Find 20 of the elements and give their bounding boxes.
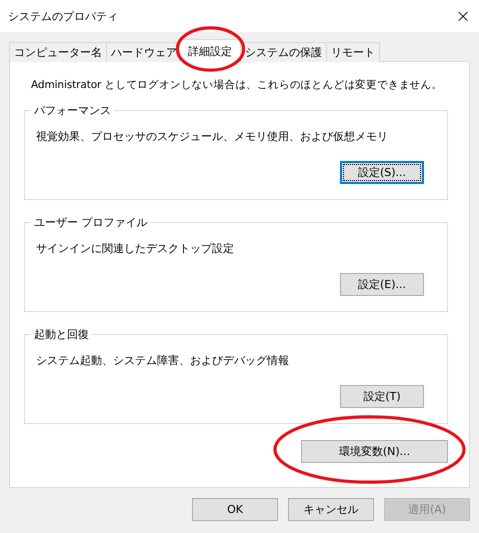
group-title: パフォーマンス	[31, 103, 114, 118]
settings-button[interactable]: 設定(E)...	[340, 273, 424, 296]
tab[interactable]: コンピューター名	[9, 42, 107, 62]
window-title: システムのプロパティ	[8, 8, 118, 24]
cancel-button[interactable]: キャンセル	[288, 498, 374, 521]
tab[interactable]: システムの保護	[240, 42, 327, 62]
notice-text: Administrator としてログオンしない場合は、これらのほとんどは変更できません。	[31, 78, 444, 92]
group-description: システム起動、システム障害、およびデバッグ情報	[36, 353, 290, 369]
close-button[interactable]: ×	[447, 6, 479, 26]
tab[interactable]: 詳細設定	[179, 39, 241, 62]
tab[interactable]: リモート	[326, 42, 380, 62]
group-description: サインインに関連したデスクトップ設定	[36, 241, 235, 257]
ok-button[interactable]: OK	[192, 498, 278, 521]
environment-variables-button[interactable]: 環境変数(N)...	[301, 440, 448, 463]
group-description: 視覚効果、プロセッサのスケジュール、メモリ使用、および仮想メモリ	[36, 129, 389, 145]
group-title: ユーザー プロファイル	[31, 215, 150, 230]
settings-button[interactable]: 設定(S)...	[340, 161, 424, 184]
group-title: 起動と回復	[31, 327, 92, 342]
tab[interactable]: ハードウェア	[106, 42, 182, 62]
settings-button[interactable]: 設定(T)	[340, 385, 424, 408]
